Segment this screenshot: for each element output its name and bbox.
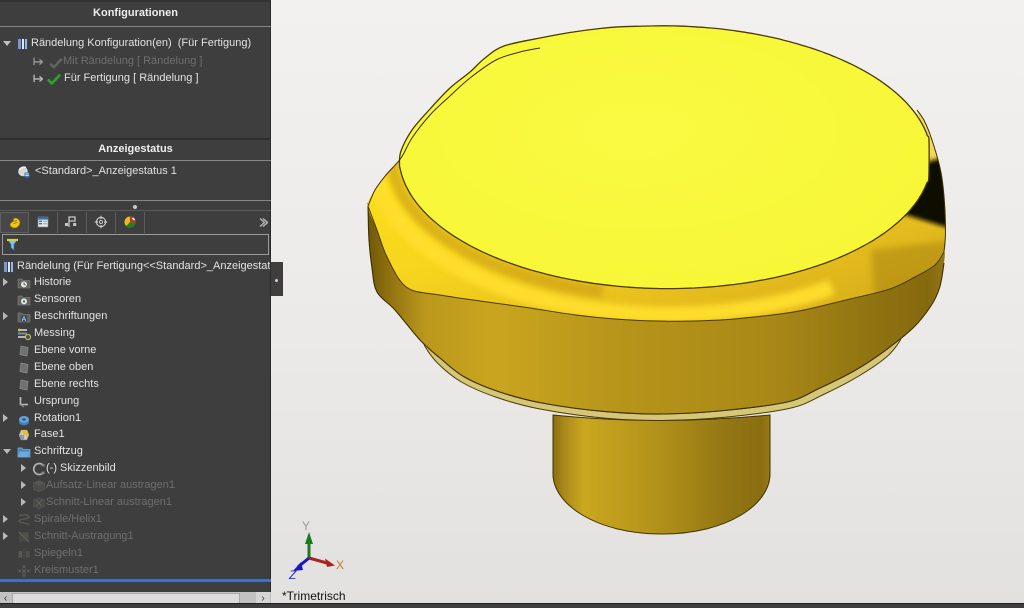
- svg-text:*Trimetrisch: *Trimetrisch: [282, 589, 346, 603]
- svg-text:Y: Y: [302, 519, 310, 533]
- svg-text:Z: Z: [288, 568, 297, 582]
- svg-text:X: X: [336, 558, 344, 572]
- svg-text:A: A: [22, 316, 27, 323]
